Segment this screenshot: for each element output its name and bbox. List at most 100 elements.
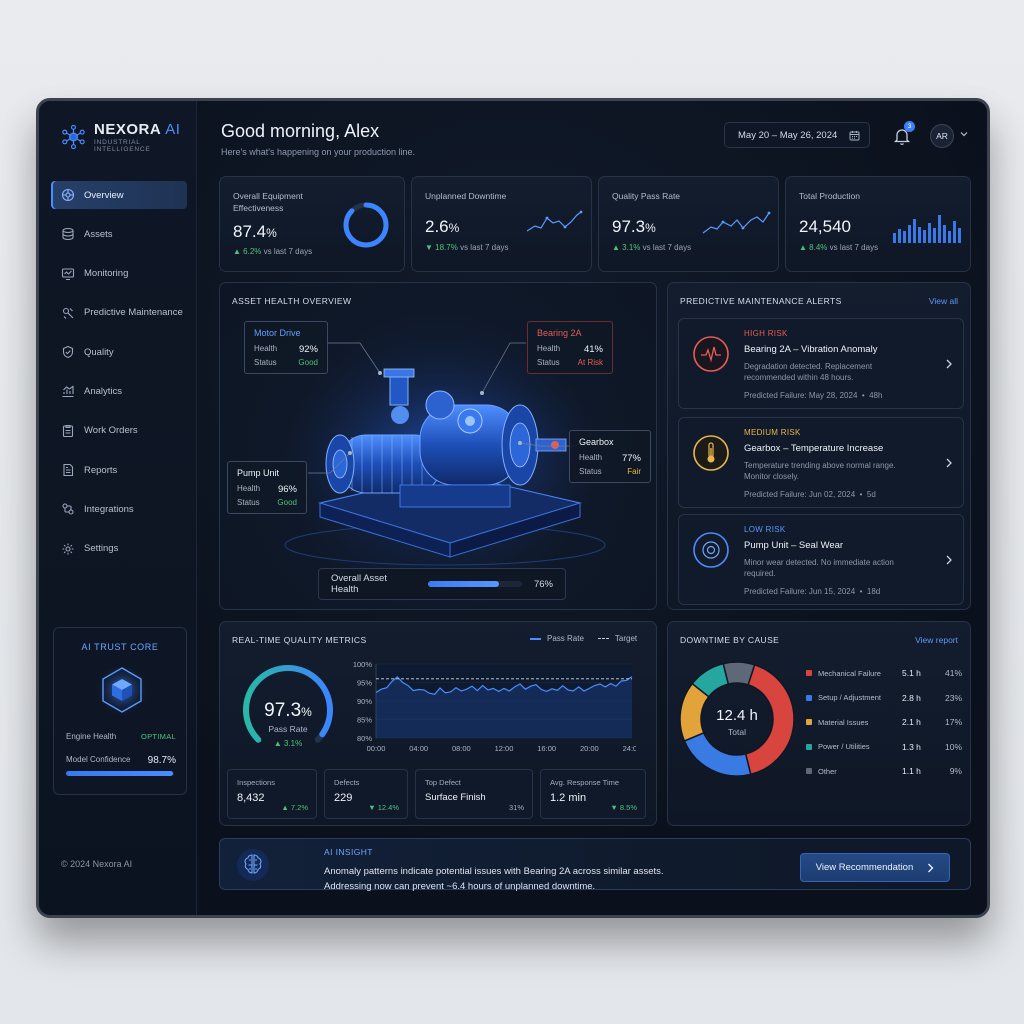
legend-label: Material Issues (818, 717, 869, 727)
alert-high-risk[interactable]: HIGH RISK Bearing 2A – Vibration Anomaly… (678, 318, 964, 409)
callout-pump-unit[interactable]: Pump Unit Health 96% Status Good (227, 461, 307, 514)
stat-value: Surface Finish (425, 792, 486, 803)
stat-inspections[interactable]: Inspections 8,432 ▲ 7.2% (227, 769, 317, 819)
legend-row[interactable]: Power / Utilities 1.3 h 10% (806, 742, 962, 752)
model-confidence-label: Model Confidence (66, 755, 131, 764)
kpi-label: Overall Equipment Effectiveness (233, 191, 303, 213)
y-tick-label: 100% (353, 660, 373, 669)
quality-title: REAL-TIME QUALITY METRICS (232, 635, 367, 645)
x-tick-label: 16:00 (537, 744, 556, 753)
kpi-delta: ▼ 18.7% vs last 7 days (425, 243, 509, 252)
assets-icon (62, 228, 74, 241)
trust-title: AI TRUST CORE (81, 642, 159, 652)
stat-label: Inspections (237, 778, 275, 787)
alert-title: Bearing 2A – Vibration Anomaly (744, 344, 878, 355)
sidebar-item-reports[interactable]: Reports (51, 456, 187, 484)
legend-percent: 10% (944, 741, 962, 752)
legend-target-swatch (597, 638, 609, 639)
x-tick-label: 00:00 (367, 744, 386, 753)
model-confidence-row: Model Confidence 98.7% (66, 755, 176, 766)
stat-delta: ▼ 8.5% (610, 803, 637, 812)
sidebar-item-assets[interactable]: Assets (51, 220, 187, 248)
avatar[interactable]: AR (930, 124, 954, 148)
kpi-value: 87.4% (233, 222, 277, 241)
alert-title: Gearbox – Temperature Increase (744, 443, 884, 454)
sidebar-item-quality[interactable]: Quality (51, 338, 187, 366)
insight-label: AI INSIGHT (324, 847, 373, 857)
kpi-delta: ▲ 3.1% vs last 7 days (612, 243, 692, 252)
health-label: Health (537, 344, 561, 353)
legend-row[interactable]: Other 1.1 h 9% (806, 766, 962, 776)
chevron-right-icon (928, 863, 934, 872)
health-label: Health (579, 453, 603, 462)
work-orders-icon (62, 424, 74, 437)
alert-medium-risk[interactable]: MEDIUM RISK Gearbox – Temperature Increa… (678, 417, 964, 508)
overall-asset-health: Overall Asset Health 76% (318, 568, 566, 600)
health-value: 96% (277, 484, 297, 495)
legend-hours: 2.1 h (902, 717, 921, 727)
donut-total-label: Total (728, 727, 746, 737)
kpi-card-downtime[interactable]: Unplanned Downtime 2.6% ▼ 18.7% vs last … (411, 176, 592, 272)
alert-level: MEDIUM RISK (744, 428, 801, 437)
legend-swatch (806, 743, 812, 750)
view-all-link[interactable]: View all (929, 296, 958, 306)
callout-title: Pump Unit (237, 468, 280, 478)
analytics-icon (62, 386, 74, 398)
view-report-link[interactable]: View report (915, 635, 958, 645)
copyright: © 2024 Nexora AI (61, 859, 133, 869)
logo[interactable]: NEXORA AI INDUSTRIAL INTELLIGENCE (59, 121, 196, 153)
model-confidence-bar (66, 771, 174, 776)
app-window: NEXORA AI INDUSTRIAL INTELLIGENCE Overvi… (36, 98, 990, 918)
date-range-picker[interactable]: May 20 – May 26, 2024 (724, 122, 870, 148)
sidebar-item-analytics[interactable]: Analytics (51, 377, 187, 405)
kpi-card-oee[interactable]: Overall Equipment Effectiveness 87.4% ▲ … (219, 176, 405, 272)
alert-low-risk[interactable]: LOW RISK Pump Unit – Seal Wear Minor wea… (678, 514, 964, 605)
sidebar-item-predictive-maintenance[interactable]: Predictive Maintenance (51, 299, 187, 327)
engine-health-value: OPTIMAL (140, 732, 176, 741)
alert-predicted-failure: Predicted Failure: Jun 02, 2024 • 5d (744, 490, 876, 499)
legend-label: Setup / Adjustment (818, 693, 881, 702)
kpi-card-production[interactable]: Total Production 24,540 ▲ 8.4% vs last 7… (785, 176, 971, 272)
legend-row[interactable]: Setup / Adjustment 2.8 h 23% (806, 693, 962, 703)
callout-motor-drive[interactable]: Motor Drive Health 92% Status Good (244, 321, 328, 374)
callout-gearbox[interactable]: Gearbox Health 77% Status Fair (569, 430, 651, 483)
sidebar-item-work-orders[interactable]: Work Orders (51, 417, 187, 445)
status-value: Good (298, 358, 318, 367)
legend-pass-swatch (530, 637, 541, 640)
legend-swatch (806, 694, 812, 701)
ai-core-cube-icon (95, 663, 149, 717)
nexora-logo-icon (62, 124, 85, 150)
health-value: 77% (621, 453, 641, 464)
legend-row[interactable]: Mechanical Failure 5.1 h 41% (806, 668, 962, 678)
chevron-right-icon (946, 555, 952, 565)
sidebar-item-integrations[interactable]: Integrations (51, 495, 187, 523)
overview-icon (61, 188, 75, 202)
maintenance-alerts-panel: PREDICTIVE MAINTENANCE ALERTS View all H… (667, 282, 971, 610)
legend-label: Power / Utilities (818, 742, 870, 751)
sidebar-item-settings[interactable]: Settings (51, 535, 187, 563)
sidebar: NEXORA AI INDUSTRIAL INTELLIGENCE Overvi… (39, 101, 197, 915)
x-tick-label: 12:00 (495, 744, 514, 753)
stat-label: Avg. Response Time (550, 778, 620, 787)
settings-icon (62, 543, 74, 555)
stat-defects[interactable]: Defects 229 ▼ 12.4% (324, 769, 408, 819)
stat-delta: ▲ 7.2% (281, 803, 308, 812)
model-confidence-bar-fill (66, 771, 173, 776)
chevron-down-icon[interactable] (959, 129, 969, 139)
sidebar-item-monitoring[interactable]: Monitoring (51, 260, 187, 288)
donut-slice-other (722, 661, 756, 686)
notifications-button[interactable]: 3 (891, 121, 915, 147)
sidebar-item-overview[interactable]: Overview (51, 181, 187, 209)
callout-bearing-2a[interactable]: Bearing 2A Health 41% Status At Risk (527, 321, 613, 374)
kpi-card-quality-pass[interactable]: Quality Pass Rate 97.3% ▲ 3.1% vs last 7… (598, 176, 779, 272)
main-content: Good morning, Alex Here's what's happeni… (197, 101, 987, 915)
date-range-value: May 20 – May 26, 2024 (738, 129, 838, 141)
stat-response-time[interactable]: Avg. Response Time 1.2 min ▼ 8.5% (540, 769, 646, 819)
kpi-label: Quality Pass Rate (612, 191, 681, 201)
brain-icon (237, 849, 269, 881)
sidebar-item-label: Reports (84, 464, 118, 476)
stat-top-defect[interactable]: Top Defect Surface Finish 31% (415, 769, 533, 819)
legend-row[interactable]: Material Issues 2.1 h 17% (806, 717, 962, 727)
brand-name: NEXORA AI (93, 121, 181, 138)
view-recommendation-button[interactable]: View Recommendation (800, 853, 950, 882)
